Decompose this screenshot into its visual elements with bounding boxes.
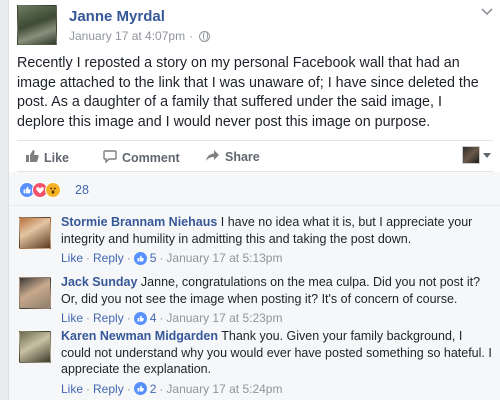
chevron-down-icon	[483, 150, 491, 161]
post-as-selector[interactable]	[462, 146, 491, 164]
like-button[interactable]: Like	[25, 149, 69, 166]
reactions-bar[interactable]: 28	[9, 172, 500, 206]
share-label: Share	[225, 150, 260, 164]
post-header: Janne Myrdal January 17 at 4:07pm ·	[17, 5, 493, 45]
thumbs-up-icon	[133, 251, 147, 265]
author-avatar[interactable]	[17, 5, 57, 45]
share-button[interactable]: Share	[205, 149, 260, 165]
post-timestamp[interactable]: January 17 at 4:07pm	[69, 29, 185, 43]
comment-meta: Like · Reply · 5 · January 17 at 5:13pm	[61, 250, 283, 267]
post-card: Janne Myrdal January 17 at 4:07pm · Rece…	[8, 0, 500, 400]
share-arrow-icon	[205, 149, 220, 165]
author-name[interactable]: Janne Myrdal	[69, 8, 165, 25]
comment-like-link[interactable]: Like	[61, 310, 83, 327]
comment-reply-link[interactable]: Reply	[93, 250, 124, 267]
post-meta: January 17 at 4:07pm ·	[69, 29, 211, 43]
comment-meta: Like · Reply · 2 · January 17 at 5:24pm	[61, 381, 283, 398]
comment-content: Karen Newman Midgarden Thank you. Given …	[61, 328, 493, 378]
comment-like-count[interactable]: 5	[150, 250, 157, 267]
thumbs-up-icon	[25, 149, 39, 166]
comment-like-link[interactable]: Like	[61, 381, 83, 398]
comment-timestamp[interactable]: January 17 at 5:24pm	[166, 381, 282, 398]
post-text: Recently I reposted a story on my person…	[17, 55, 479, 130]
comment-body: Jack Sunday Janne, congratulations on th…	[61, 274, 493, 327]
speech-bubble-icon	[103, 149, 117, 166]
globe-icon[interactable]	[199, 30, 211, 42]
chevron-down-icon[interactable]	[481, 5, 493, 19]
comment-timestamp[interactable]: January 17 at 5:23pm	[166, 310, 282, 327]
comment-content: Jack Sunday Janne, congratulations on th…	[61, 274, 493, 307]
commenter-avatar[interactable]	[19, 331, 51, 363]
commenter-name[interactable]: Stormie Brannam Niehaus	[61, 215, 217, 229]
meta-separator: ·	[189, 29, 194, 43]
comment-body: Karen Newman Midgarden Thank you. Given …	[61, 328, 493, 397]
commenter-name[interactable]: Jack Sunday	[61, 275, 137, 289]
comment-body: Stormie Brannam Niehaus I have no idea w…	[61, 214, 493, 267]
comment-meta: Like · Reply · 4 · January 17 at 5:23pm	[61, 310, 283, 327]
page-avatar	[462, 146, 480, 164]
commenter-name[interactable]: Karen Newman Midgarden	[61, 329, 218, 343]
comment-like-count[interactable]: 2	[150, 381, 157, 398]
action-bar: Like Comment Share	[17, 140, 493, 172]
commenter-avatar[interactable]	[19, 217, 51, 249]
comment-like-count[interactable]: 4	[150, 310, 157, 327]
comment-like-link[interactable]: Like	[61, 250, 83, 267]
thumbs-up-icon	[133, 382, 147, 396]
wow-reaction-icon	[45, 182, 61, 198]
comment-label: Comment	[122, 150, 180, 165]
comment-reply-link[interactable]: Reply	[93, 381, 124, 398]
comment-button[interactable]: Comment	[103, 149, 180, 166]
thumbs-up-icon	[133, 311, 147, 325]
comment-content: Stormie Brannam Niehaus I have no idea w…	[61, 214, 493, 247]
reaction-icons	[19, 182, 61, 198]
like-label: Like	[44, 150, 70, 165]
comment-timestamp[interactable]: January 17 at 5:13pm	[166, 250, 282, 267]
comment-reply-link[interactable]: Reply	[93, 310, 124, 327]
comments-section: Stormie Brannam Niehaus I have no idea w…	[9, 206, 500, 400]
commenter-avatar[interactable]	[19, 277, 51, 309]
reaction-count[interactable]: 28	[75, 183, 89, 197]
